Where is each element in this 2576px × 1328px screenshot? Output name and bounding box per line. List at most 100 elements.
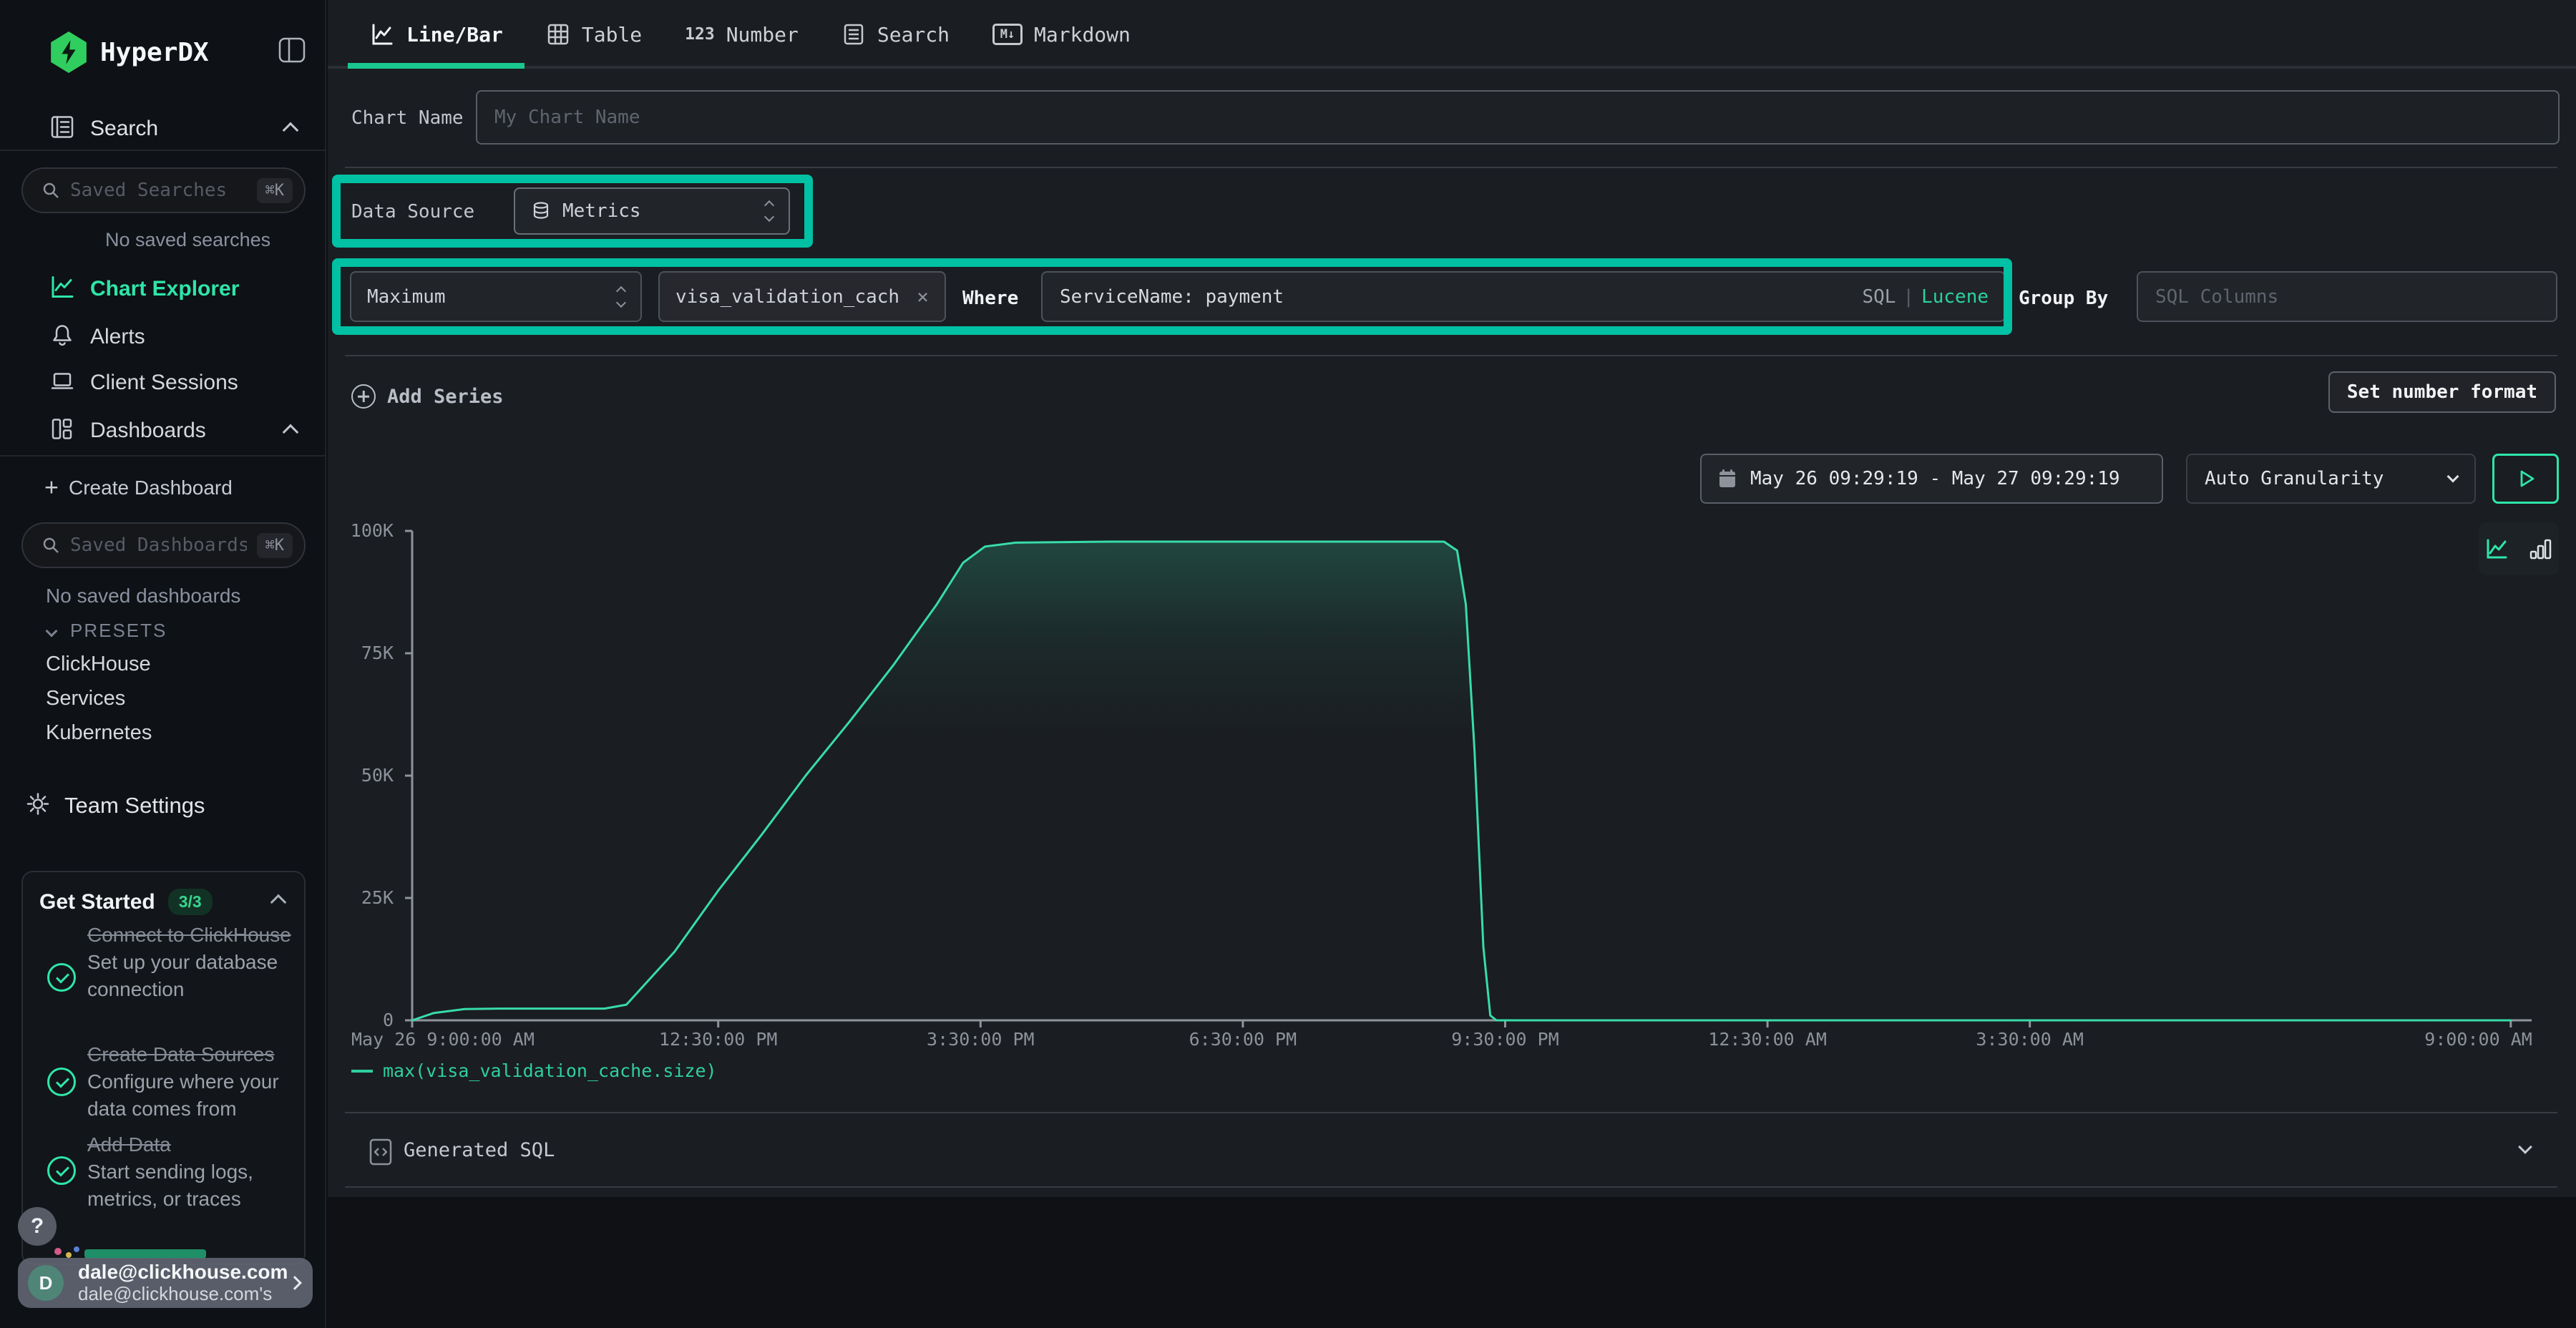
- add-series-label: Add Series: [387, 386, 504, 408]
- x-tick-label: 12:30:00 AM: [1708, 1029, 1827, 1050]
- sidebar-item-dashboards[interactable]: Dashboards: [0, 408, 326, 454]
- chart-legend[interactable]: max(visa_validation_cache.size): [351, 1060, 717, 1081]
- user-email: dale@clickhouse.com: [78, 1261, 275, 1284]
- tabs-underline-track: [328, 66, 2576, 69]
- generated-sql-label: Generated SQL: [404, 1139, 555, 1161]
- set-number-format-button[interactable]: Set number format: [2328, 371, 2556, 413]
- tab-number[interactable]: 123 Number: [663, 0, 820, 69]
- granularity-value: Auto Granularity: [2205, 468, 2384, 489]
- sidebar-search-label: Search: [90, 117, 158, 141]
- tab-label: Table: [582, 23, 642, 47]
- legend-line-swatch: [351, 1070, 373, 1073]
- chevron-up-icon[interactable]: [283, 424, 299, 441]
- saved-dashboards-field[interactable]: [70, 534, 247, 556]
- chart-name-input[interactable]: [476, 90, 2560, 145]
- metric-tag-label: visa_validation_cach: [675, 286, 899, 308]
- sidebar: HyperDX Search: [0, 0, 326, 1328]
- data-source-value: Metrics: [562, 200, 641, 222]
- get-started-card: Get Started 3/3 Connect to ClickHouse Se…: [21, 871, 306, 1265]
- add-series-button[interactable]: Add Series: [351, 375, 504, 418]
- collapse-sidebar-icon[interactable]: [278, 34, 306, 69]
- chevron-up-icon[interactable]: [270, 894, 287, 911]
- get-started-item-title: Add Data: [87, 1133, 171, 1156]
- get-started-item[interactable]: Connect to ClickHouse Set up your databa…: [87, 922, 296, 1003]
- code-icon: [368, 1138, 394, 1170]
- play-icon: [2515, 468, 2537, 489]
- run-query-button[interactable]: [2492, 454, 2559, 504]
- data-source-select[interactable]: Metrics: [514, 187, 790, 235]
- preset-services[interactable]: Services: [46, 687, 125, 711]
- get-started-progress-badge: 3/3: [168, 889, 213, 915]
- sidebar-item-chart-explorer[interactable]: Chart Explorer: [0, 266, 326, 312]
- user-menu[interactable]: D dale@clickhouse.com dale@clickhouse.co…: [18, 1258, 313, 1308]
- number-icon: 123: [685, 25, 715, 44]
- calendar-icon: [1717, 468, 1737, 489]
- plus-circle-icon: [351, 384, 376, 409]
- sidebar-item-alerts[interactable]: Alerts: [0, 314, 326, 360]
- get-started-item[interactable]: Create Data Sources Configure where your…: [87, 1041, 296, 1123]
- group-by-label: Group By: [2019, 288, 2108, 309]
- tab-table[interactable]: Table: [525, 0, 663, 69]
- x-tick-label: 9:00:00 AM: [2424, 1029, 2532, 1050]
- get-started-header[interactable]: Get Started 3/3: [39, 889, 213, 915]
- sidebar-item-label: Client Sessions: [90, 371, 238, 395]
- layout-icon: [49, 416, 75, 446]
- line-chart[interactable]: [402, 527, 2542, 1027]
- search-icon: [42, 536, 60, 555]
- tab-line-bar[interactable]: Line/Bar: [348, 0, 525, 69]
- search-icon: [42, 181, 60, 200]
- create-dashboard-button[interactable]: + Create Dashboard: [0, 467, 326, 509]
- toggle-separator: |: [1896, 286, 1921, 308]
- date-range-input[interactable]: May 26 09:29:19 - May 27 09:29:19: [1700, 454, 2163, 504]
- markdown-icon: M↓: [992, 24, 1023, 45]
- data-source-label: Data Source: [351, 201, 474, 223]
- aggregation-value: Maximum: [367, 286, 446, 308]
- main-content: Line/Bar Table 123 Number: [328, 0, 2576, 1197]
- chart-type-tabs: Line/Bar Table 123 Number: [328, 0, 2576, 69]
- saved-searches-input[interactable]: ⌘K: [21, 167, 306, 213]
- tab-label: Search: [877, 23, 950, 47]
- y-tick-label: 100K: [328, 520, 394, 541]
- sidebar-item-client-sessions[interactable]: Client Sessions: [0, 360, 326, 406]
- generated-sql-toggle[interactable]: Generated SQL: [328, 1113, 2576, 1186]
- presets-header[interactable]: PRESETS: [47, 620, 167, 642]
- get-started-title: Get Started: [39, 890, 155, 914]
- avatar: D: [28, 1265, 64, 1301]
- confetti-dot: [54, 1248, 62, 1255]
- database-icon: [531, 200, 551, 222]
- tab-markdown[interactable]: M↓ Markdown: [971, 0, 1152, 69]
- preset-clickhouse[interactable]: ClickHouse: [46, 653, 151, 676]
- list-icon: [841, 22, 866, 47]
- hyperdx-logo-icon[interactable]: [49, 31, 88, 73]
- metric-tag[interactable]: visa_validation_cach ×: [658, 271, 946, 322]
- sidebar-section-search[interactable]: Search: [0, 107, 326, 150]
- create-dashboard-label: Create Dashboard: [69, 477, 233, 499]
- chevron-up-icon[interactable]: [283, 122, 299, 139]
- query-language-toggle[interactable]: SQL|Lucene: [1862, 286, 1989, 308]
- where-input-wrap: SQL|Lucene: [1041, 271, 2006, 322]
- sidebar-item-team-settings[interactable]: Team Settings: [0, 784, 326, 827]
- laptop-icon: [49, 368, 75, 398]
- get-started-item[interactable]: Add Data Start sending logs, metrics, or…: [87, 1131, 296, 1213]
- where-label: Where: [962, 288, 1018, 309]
- saved-dashboards-input[interactable]: ⌘K: [21, 522, 306, 568]
- y-tick-label: 0: [328, 1010, 394, 1030]
- lightning-bolt-icon: [58, 39, 79, 65]
- shortcut-badge: ⌘K: [257, 178, 293, 203]
- y-tick-label: 50K: [328, 765, 394, 786]
- saved-searches-field[interactable]: [70, 180, 247, 201]
- granularity-select[interactable]: Auto Granularity: [2186, 454, 2476, 504]
- lucene-toggle[interactable]: Lucene: [1921, 286, 1989, 308]
- tab-search[interactable]: Search: [820, 0, 971, 69]
- aggregation-select[interactable]: Maximum: [350, 271, 642, 322]
- help-button[interactable]: ?: [18, 1207, 57, 1246]
- group-by-input[interactable]: [2137, 271, 2557, 322]
- close-icon[interactable]: ×: [917, 285, 929, 308]
- where-input[interactable]: [1041, 271, 2006, 322]
- sql-toggle[interactable]: SQL: [1862, 286, 1896, 308]
- select-chevrons-icon: [618, 288, 625, 306]
- preset-kubernetes[interactable]: Kubernetes: [46, 721, 152, 745]
- chevron-down-icon: [46, 625, 58, 637]
- shortcut-badge: ⌘K: [257, 533, 293, 558]
- check-circle-icon: [47, 1156, 76, 1185]
